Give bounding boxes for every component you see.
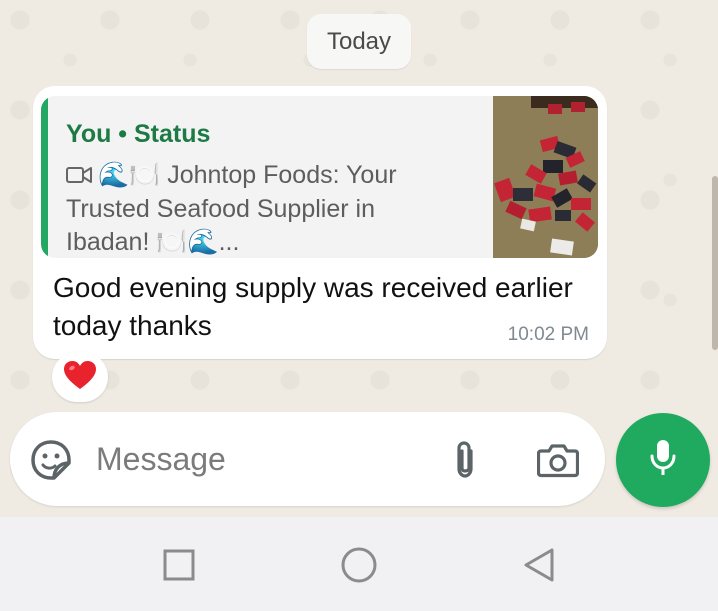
system-navigation-bar [0,517,718,611]
circle-icon[interactable] [340,546,378,589]
quote-text-block: 🌊🍽️ Johntop Foods: Your Trusted Seafood … [66,159,446,258]
quoted-status[interactable]: You • Status 🌊🍽️ Johntop Foods: Your Tru… [41,96,598,258]
camera-icon[interactable] [536,442,580,483]
message-bubble[interactable]: You • Status 🌊🍽️ Johntop Foods: Your Tru… [33,86,607,359]
quote-text: 🌊🍽️ Johntop Foods: Your Trusted Seafood … [66,161,397,256]
message-input[interactable] [96,439,396,479]
heart-reaction [63,360,97,395]
sticker-icon[interactable] [30,439,72,486]
video-icon [66,160,92,193]
date-separator: Today [307,14,411,69]
message-timestamp: 10:02 PM [507,324,589,345]
date-separator-label: Today [326,27,392,55]
voice-record-button[interactable] [616,413,710,507]
quote-accent-bar [41,96,48,258]
heart-icon [64,360,96,389]
quote-author: You • Status [66,120,211,148]
scrollbar[interactable] [712,176,718,350]
mic-icon [648,438,678,483]
triangle-back-icon[interactable] [522,547,556,588]
square-icon[interactable] [163,549,195,586]
reaction-badge[interactable] [52,352,108,402]
message-composer [10,412,605,506]
paperclip-icon[interactable] [450,439,480,486]
message-text: Good evening supply was received earlier… [53,272,573,341]
status-thumbnail[interactable] [493,96,598,258]
